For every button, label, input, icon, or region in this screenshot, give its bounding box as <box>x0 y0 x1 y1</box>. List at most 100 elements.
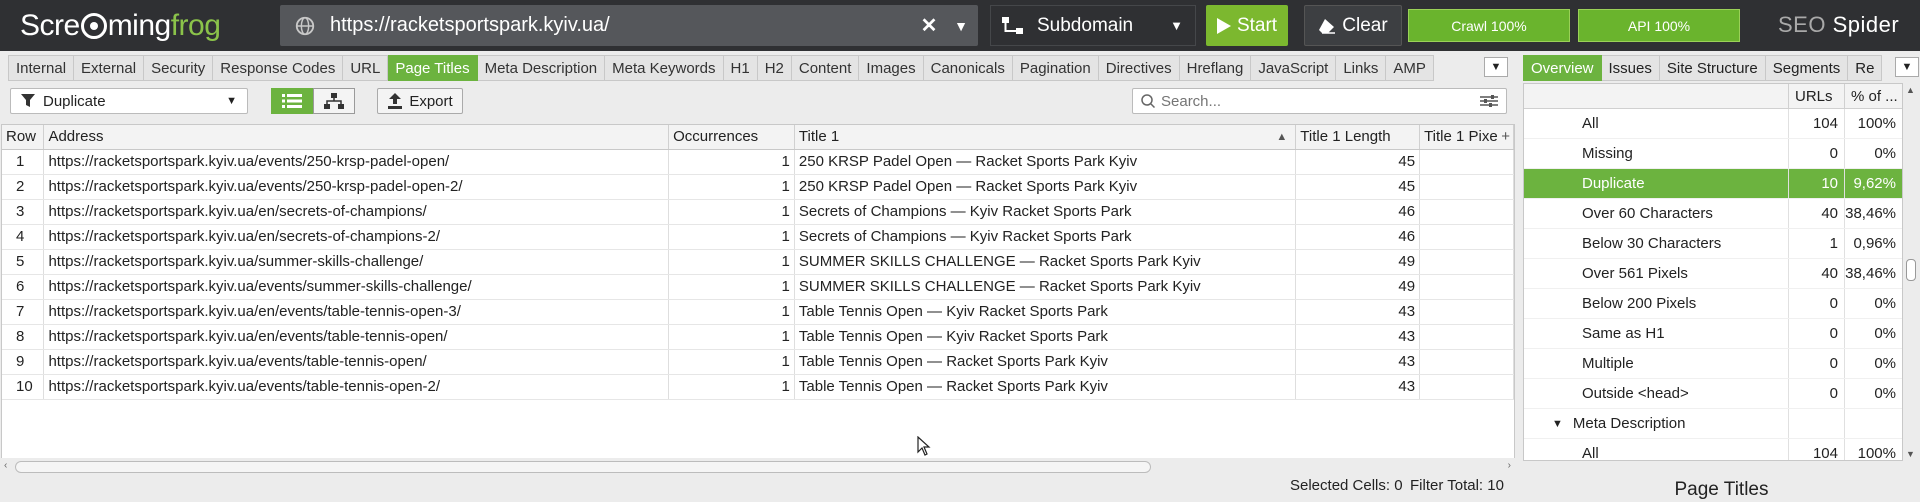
tab-pagination[interactable]: Pagination <box>1012 55 1099 81</box>
overview-group-row[interactable]: ▼ Meta Description <box>1524 409 1902 439</box>
table-cell[interactable]: 9 <box>2 349 45 375</box>
table-cell[interactable]: Secrets of Champions — Kyiv Racket Sport… <box>794 199 1297 225</box>
table-cell[interactable]: Table Tennis Open — Racket Sports Park K… <box>794 374 1297 400</box>
table-cell[interactable]: 8 <box>2 324 45 350</box>
right-tab-overview[interactable]: Overview <box>1523 55 1602 81</box>
table-cell[interactable]: 43 <box>1295 299 1421 325</box>
table-row[interactable]: 10 https://racketsportspark.kyiv.ua/event… <box>2 374 1514 400</box>
table-cell[interactable]: 1 <box>668 274 795 300</box>
horizontal-scrollbar[interactable]: ‹ › <box>1 458 1515 476</box>
table-cell[interactable] <box>1419 374 1514 400</box>
table-cell[interactable]: 250 KRSP Padel Open — Racket Sports Park… <box>794 174 1297 200</box>
overview-row[interactable]: Same as H1 0 0% <box>1524 319 1902 349</box>
overview-row[interactable]: Missing 0 0% <box>1524 139 1902 169</box>
list-view-button[interactable] <box>271 88 313 114</box>
table-cell[interactable]: https://racketsportspark.kyiv.ua/en/even… <box>43 324 670 350</box>
table-cell[interactable]: 43 <box>1295 324 1421 350</box>
add-column-icon[interactable]: + <box>1501 128 1510 145</box>
table-cell[interactable]: 5 <box>2 249 45 275</box>
overview-row[interactable]: Over 60 Characters 40 38,46% <box>1524 199 1902 229</box>
table-cell[interactable] <box>1419 224 1514 250</box>
more-tabs-chevron-icon[interactable]: ▼ <box>1484 57 1508 77</box>
table-cell[interactable]: https://racketsportspark.kyiv.ua/events/… <box>43 349 670 375</box>
table-cell[interactable] <box>1419 299 1514 325</box>
expand-toggle-icon[interactable]: ▼ <box>1552 418 1563 430</box>
table-row[interactable]: 9 https://racketsportspark.kyiv.ua/events… <box>2 349 1514 375</box>
table-row[interactable]: 4 https://racketsportspark.kyiv.ua/en/sec… <box>2 224 1514 250</box>
table-row[interactable]: 5 https://racketsportspark.kyiv.ua/summer… <box>2 249 1514 275</box>
tab-canonicals[interactable]: Canonicals <box>923 55 1013 81</box>
table-row[interactable]: 3 https://racketsportspark.kyiv.ua/en/sec… <box>2 199 1514 225</box>
table-cell[interactable]: 4 <box>2 224 45 250</box>
tab-amp[interactable]: AMP <box>1386 55 1434 81</box>
tab-internal[interactable]: Internal <box>8 55 75 81</box>
column-header-occurrences[interactable]: Occurrences <box>668 125 795 150</box>
table-cell[interactable] <box>1419 274 1514 300</box>
tab-links[interactable]: Links <box>1336 55 1387 81</box>
table-cell[interactable]: 45 <box>1295 149 1421 175</box>
table-cell[interactable] <box>1419 174 1514 200</box>
table-cell[interactable]: 250 KRSP Padel Open — Racket Sports Park… <box>794 149 1297 175</box>
table-cell[interactable]: 46 <box>1295 224 1421 250</box>
table-cell[interactable]: 1 <box>668 299 795 325</box>
tab-meta-description[interactable]: Meta Description <box>477 55 606 81</box>
table-cell[interactable]: https://racketsportspark.kyiv.ua/events/… <box>43 274 670 300</box>
clear-button[interactable]: Clear <box>1304 5 1402 46</box>
table-cell[interactable]: 7 <box>2 299 45 325</box>
table-cell[interactable]: Table Tennis Open — Racket Sports Park K… <box>794 349 1297 375</box>
search-input[interactable] <box>1161 92 1480 110</box>
overview-row[interactable]: All 104 100% <box>1524 109 1902 139</box>
url-input[interactable] <box>330 14 914 37</box>
scroll-up-icon[interactable]: ▲ <box>1906 85 1915 95</box>
tab-hreflang[interactable]: Hreflang <box>1179 55 1252 81</box>
scroll-right-icon[interactable]: › <box>1508 460 1511 471</box>
tree-view-button[interactable] <box>313 88 355 114</box>
overview-row[interactable]: Duplicate 10 9,62% <box>1524 169 1902 199</box>
table-cell[interactable]: Secrets of Champions — Kyiv Racket Sport… <box>794 224 1297 250</box>
start-button[interactable]: Start <box>1206 5 1288 46</box>
tab-directives[interactable]: Directives <box>1098 55 1180 81</box>
tab-url[interactable]: URL <box>343 55 389 81</box>
overview-vertical-scrollbar[interactable]: ▲ ▼ <box>1903 83 1920 461</box>
scroll-left-icon[interactable]: ‹ <box>4 460 7 471</box>
tab-content[interactable]: Content <box>791 55 860 81</box>
table-row[interactable]: 7 https://racketsportspark.kyiv.ua/en/eve… <box>2 299 1514 325</box>
table-cell[interactable]: 1 <box>2 149 45 175</box>
table-cell[interactable]: 49 <box>1295 274 1421 300</box>
table-cell[interactable]: 1 <box>668 199 795 225</box>
table-row[interactable]: 2 https://racketsportspark.kyiv.ua/events… <box>2 174 1514 200</box>
table-cell[interactable]: 3 <box>2 199 45 225</box>
table-cell[interactable]: 2 <box>2 174 45 200</box>
scroll-down-icon[interactable]: ▼ <box>1906 449 1915 459</box>
table-cell[interactable]: Table Tennis Open — Kyiv Racket Sports P… <box>794 299 1297 325</box>
table-cell[interactable]: https://racketsportspark.kyiv.ua/events/… <box>43 174 670 200</box>
column-header-title-1[interactable]: Title 1 ▲ <box>794 125 1297 150</box>
table-cell[interactable]: https://racketsportspark.kyiv.ua/events/… <box>43 149 670 175</box>
overview-row[interactable]: Outside <head> 0 0% <box>1524 379 1902 409</box>
table-cell[interactable]: 1 <box>668 324 795 350</box>
table-cell[interactable]: 10 <box>2 374 45 400</box>
tab-external[interactable]: External <box>74 55 145 81</box>
table-cell[interactable]: https://racketsportspark.kyiv.ua/en/secr… <box>43 224 670 250</box>
table-cell[interactable]: https://racketsportspark.kyiv.ua/summer-… <box>43 249 670 275</box>
right-tab-site-structure[interactable]: Site Structure <box>1659 55 1766 81</box>
table-cell[interactable] <box>1419 349 1514 375</box>
search-options-icon[interactable] <box>1480 94 1498 108</box>
tab-javascript[interactable]: JavaScript <box>1251 55 1337 81</box>
table-cell[interactable]: 43 <box>1295 374 1421 400</box>
table-cell[interactable]: 43 <box>1295 349 1421 375</box>
table-cell[interactable]: 6 <box>2 274 45 300</box>
table-cell[interactable]: SUMMER SKILLS CHALLENGE — Racket Sports … <box>794 274 1297 300</box>
url-history-chevron-icon[interactable]: ▼ <box>944 18 978 34</box>
tab-meta-keywords[interactable]: Meta Keywords <box>605 55 724 81</box>
table-cell[interactable]: 1 <box>668 374 795 400</box>
table-cell[interactable]: 46 <box>1295 199 1421 225</box>
table-row[interactable]: 1 https://racketsportspark.kyiv.ua/events… <box>2 149 1514 175</box>
crawl-mode-select[interactable]: Subdomain ▼ <box>990 5 1196 46</box>
filter-select[interactable]: Duplicate ▼ <box>10 88 248 114</box>
column-header-title-1-length[interactable]: Title 1 Length <box>1295 125 1421 150</box>
table-cell[interactable]: https://racketsportspark.kyiv.ua/events/… <box>43 374 670 400</box>
table-cell[interactable]: 1 <box>668 249 795 275</box>
overview-row[interactable]: Below 200 Pixels 0 0% <box>1524 289 1902 319</box>
right-more-tabs-chevron-icon[interactable]: ▼ <box>1895 57 1919 77</box>
